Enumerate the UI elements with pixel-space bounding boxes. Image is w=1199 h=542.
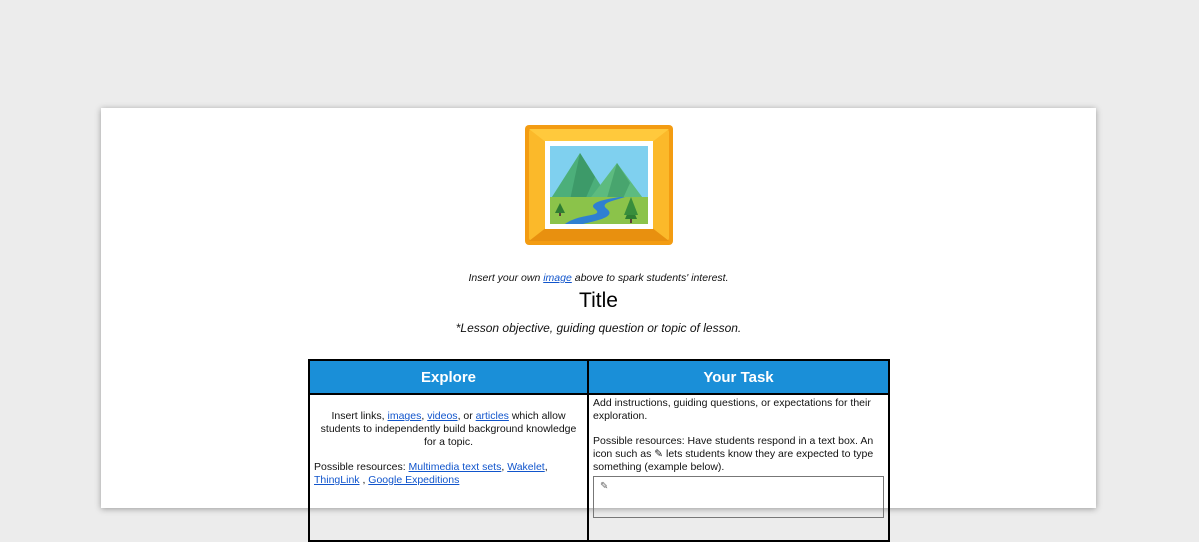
your-task-header: Your Task [587,359,890,395]
explore-separator: , or [457,410,476,422]
thinglink-link[interactable]: ThingLink [314,474,360,486]
resource-separator: , [544,461,548,473]
caption-text-end: above to spark students' interest. [571,272,729,284]
videos-link[interactable]: videos [427,410,457,422]
task-instructions: Add instructions, guiding questions, or … [593,397,871,422]
explore-header: Explore [308,359,589,395]
images-link[interactable]: images [388,410,422,422]
lesson-objective: *Lesson objective, guiding question or t… [455,321,742,335]
google-expeditions-link[interactable]: Google Expeditions [368,474,459,486]
resources-label: Possible resources: [314,461,409,473]
multimedia-text-sets-link[interactable]: Multimedia text sets [409,461,502,473]
explore-intro-text: Insert links, [331,410,388,422]
explore-resources: Possible resources: Multimedia text sets… [314,461,583,487]
pencil-icon: ✎ [600,481,609,492]
image-caption: Insert your own image above to spark stu… [101,272,1096,284]
wakelet-link[interactable]: Wakelet [507,461,545,473]
framed-landscape-icon[interactable] [525,125,673,245]
document-page: Insert your own image above to spark stu… [101,108,1096,542]
your-task-cell: Add instructions, guiding questions, or … [587,393,890,542]
image-link[interactable]: image [543,272,572,284]
caption-text: Insert your own [468,272,544,284]
response-text-box[interactable]: ✎ [593,476,884,518]
lesson-table: Explore Your Task Insert links, images, … [308,359,890,542]
explore-cell: Insert links, images, videos, or article… [308,393,589,542]
explore-intro: Insert links, images, videos, or article… [314,410,583,449]
articles-link[interactable]: articles [476,410,509,422]
resource-separator: , [359,474,369,486]
task-resources: Possible resources: Have students respon… [593,435,874,473]
page-title: Title [579,289,618,312]
